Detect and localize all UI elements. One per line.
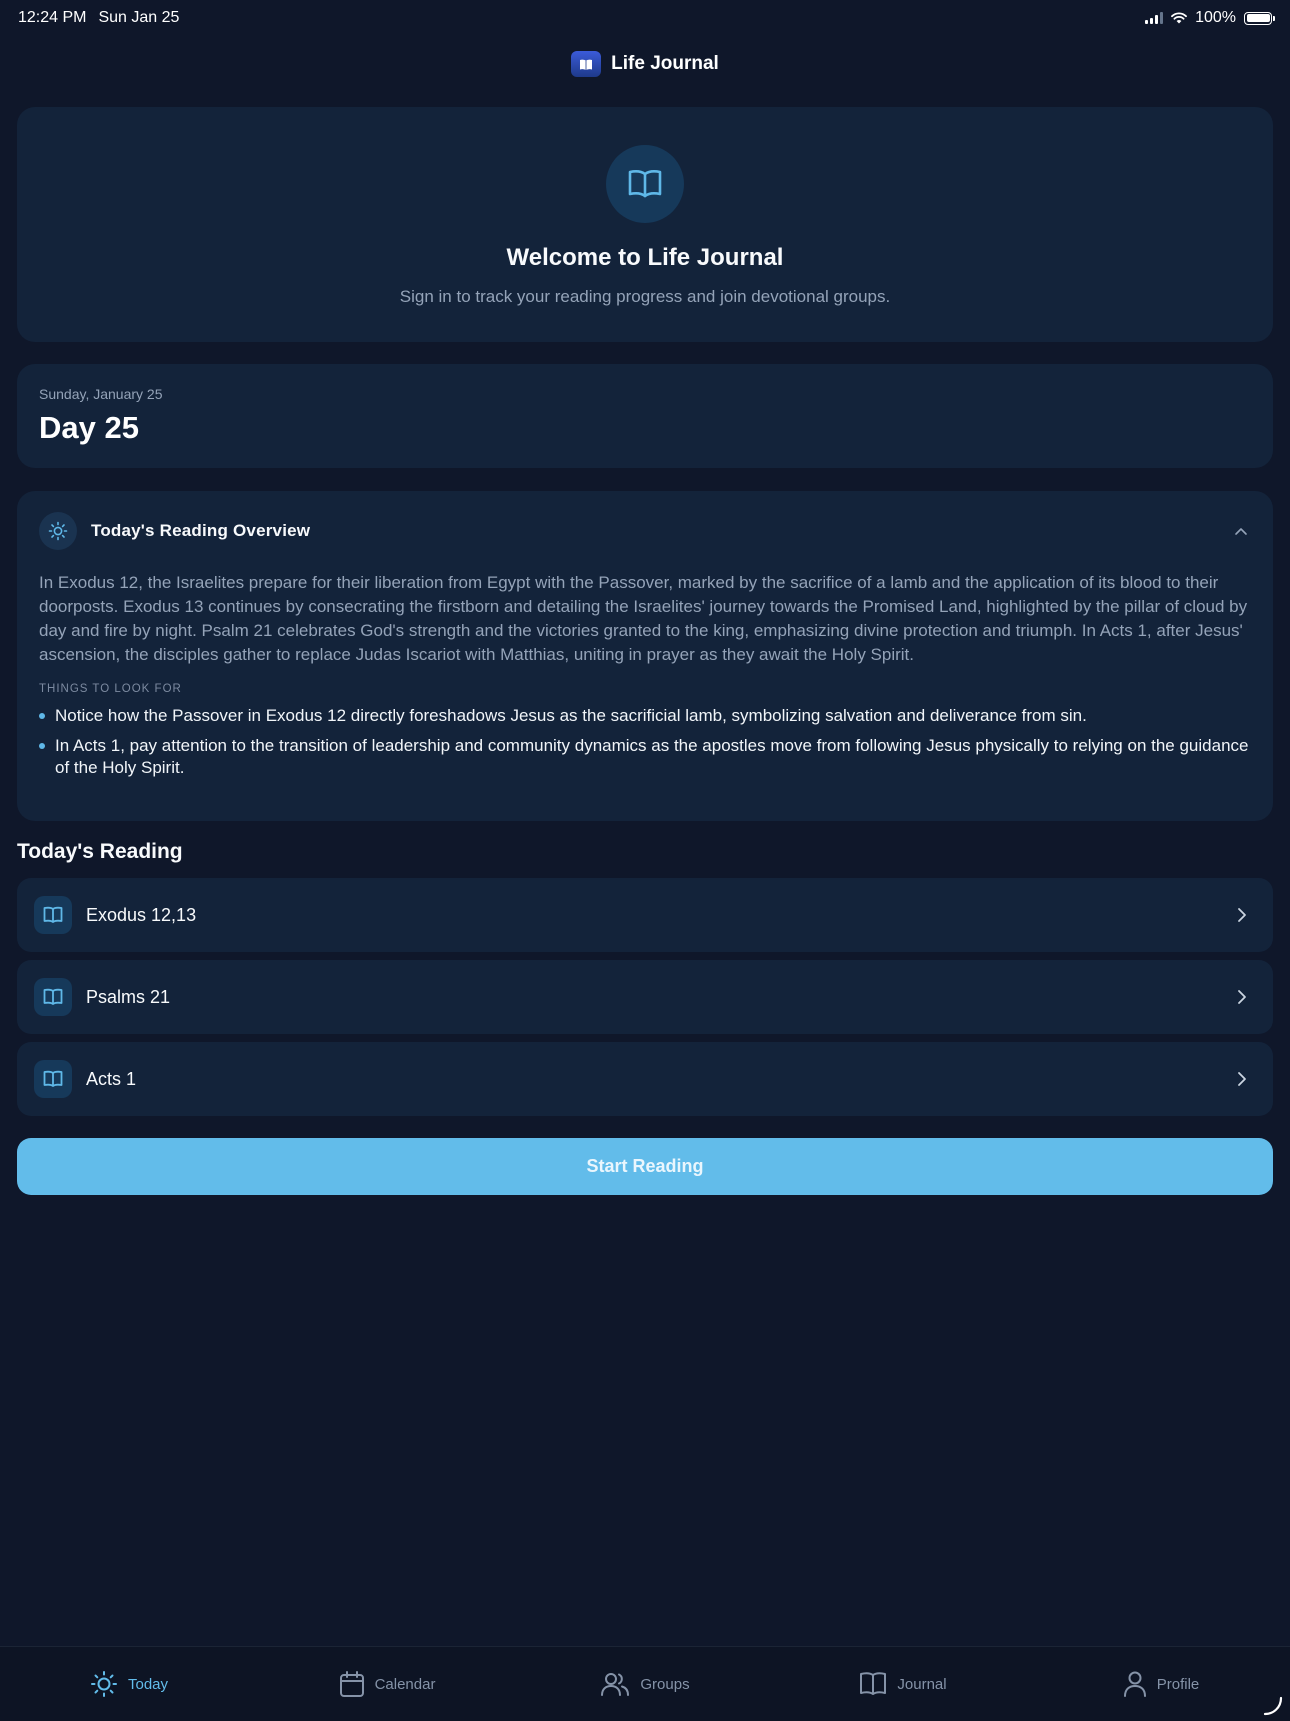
list-item: In Acts 1, pay attention to the transiti…: [39, 735, 1251, 779]
tab-label: Groups: [640, 1675, 690, 1693]
reading-item-acts[interactable]: Acts 1: [17, 1042, 1273, 1116]
day-card: Sunday, January 25 Day 25: [17, 364, 1273, 468]
tab-label: Today: [127, 1675, 169, 1693]
book-icon: [571, 51, 602, 77]
sun-icon: [39, 512, 77, 550]
welcome-subtitle: Sign in to track your reading progress a…: [399, 287, 891, 306]
book-open-icon: [860, 1672, 887, 1695]
signal-icon: [1145, 12, 1164, 24]
tab-label: Calendar: [374, 1675, 436, 1693]
list-item: Notice how the Passover in Exodus 12 dir…: [39, 705, 1251, 727]
tab-label: Profile: [1156, 1675, 1200, 1693]
resize-handle-icon: [1263, 1696, 1283, 1716]
welcome-title: Welcome to Life Journal: [506, 244, 784, 271]
calendar-icon: [339, 1671, 364, 1697]
sun-icon: [90, 1671, 117, 1697]
tab-calendar[interactable]: Calendar: [258, 1670, 516, 1698]
person-icon: [1123, 1671, 1146, 1697]
things-list: Notice how the Passover in Exodus 12 dir…: [39, 705, 1251, 779]
status-date: Sun Jan 25: [98, 9, 180, 26]
day-title: Day 25: [39, 410, 139, 445]
app-header: Life Journal: [0, 46, 1290, 82]
book-open-icon: [34, 1060, 72, 1098]
overview-title: Today's Reading Overview: [91, 521, 311, 540]
users-icon: [601, 1673, 630, 1696]
reading-item-psalms[interactable]: Psalms 21: [17, 960, 1273, 1034]
app-title: Life Journal: [611, 53, 719, 74]
tab-today[interactable]: Today: [0, 1670, 258, 1698]
reading-item-label: Acts 1: [86, 1068, 137, 1089]
overview-header[interactable]: Today's Reading Overview: [39, 512, 1251, 550]
book-open-icon: [606, 145, 684, 223]
tab-label: Journal: [897, 1675, 947, 1693]
status-bar: 12:24 PM Sun Jan 25 100%: [0, 0, 1290, 36]
battery-icon: [1244, 11, 1275, 25]
reading-item-label: Exodus 12,13: [86, 904, 197, 925]
reading-item-exodus[interactable]: Exodus 12,13: [17, 878, 1273, 952]
app-screen: 12:24 PM Sun Jan 25 100% Life Journal We…: [0, 0, 1290, 1721]
tab-journal[interactable]: Journal: [774, 1671, 1032, 1697]
status-time: 12:24 PM: [18, 9, 87, 26]
tab-groups[interactable]: Groups: [516, 1671, 774, 1697]
todays-reading-title: Today's Reading: [17, 840, 183, 863]
start-reading-button[interactable]: Start Reading: [17, 1138, 1273, 1195]
day-date: Sunday, January 25: [39, 386, 163, 402]
welcome-card: Welcome to Life Journal Sign in to track…: [17, 107, 1273, 342]
chevron-right-icon: [1238, 1072, 1246, 1086]
chevron-up-icon[interactable]: [1233, 523, 1249, 539]
book-open-icon: [34, 978, 72, 1016]
chevron-right-icon: [1238, 990, 1246, 1004]
chevron-right-icon: [1238, 908, 1246, 922]
book-open-icon: [34, 896, 72, 934]
wifi-icon: [1171, 12, 1187, 24]
reading-item-label: Psalms 21: [86, 986, 171, 1007]
tab-profile[interactable]: Profile: [1032, 1670, 1290, 1698]
reading-overview-card: Today's Reading Overview In Exodus 12, t…: [17, 491, 1273, 821]
battery-percent: 100%: [1195, 9, 1236, 26]
overview-text: In Exodus 12, the Israelites prepare for…: [39, 573, 1248, 664]
tab-bar: Today Calendar Groups Journal Profile: [0, 1646, 1290, 1721]
things-to-look-for-label: THINGS TO LOOK FOR: [39, 683, 182, 695]
